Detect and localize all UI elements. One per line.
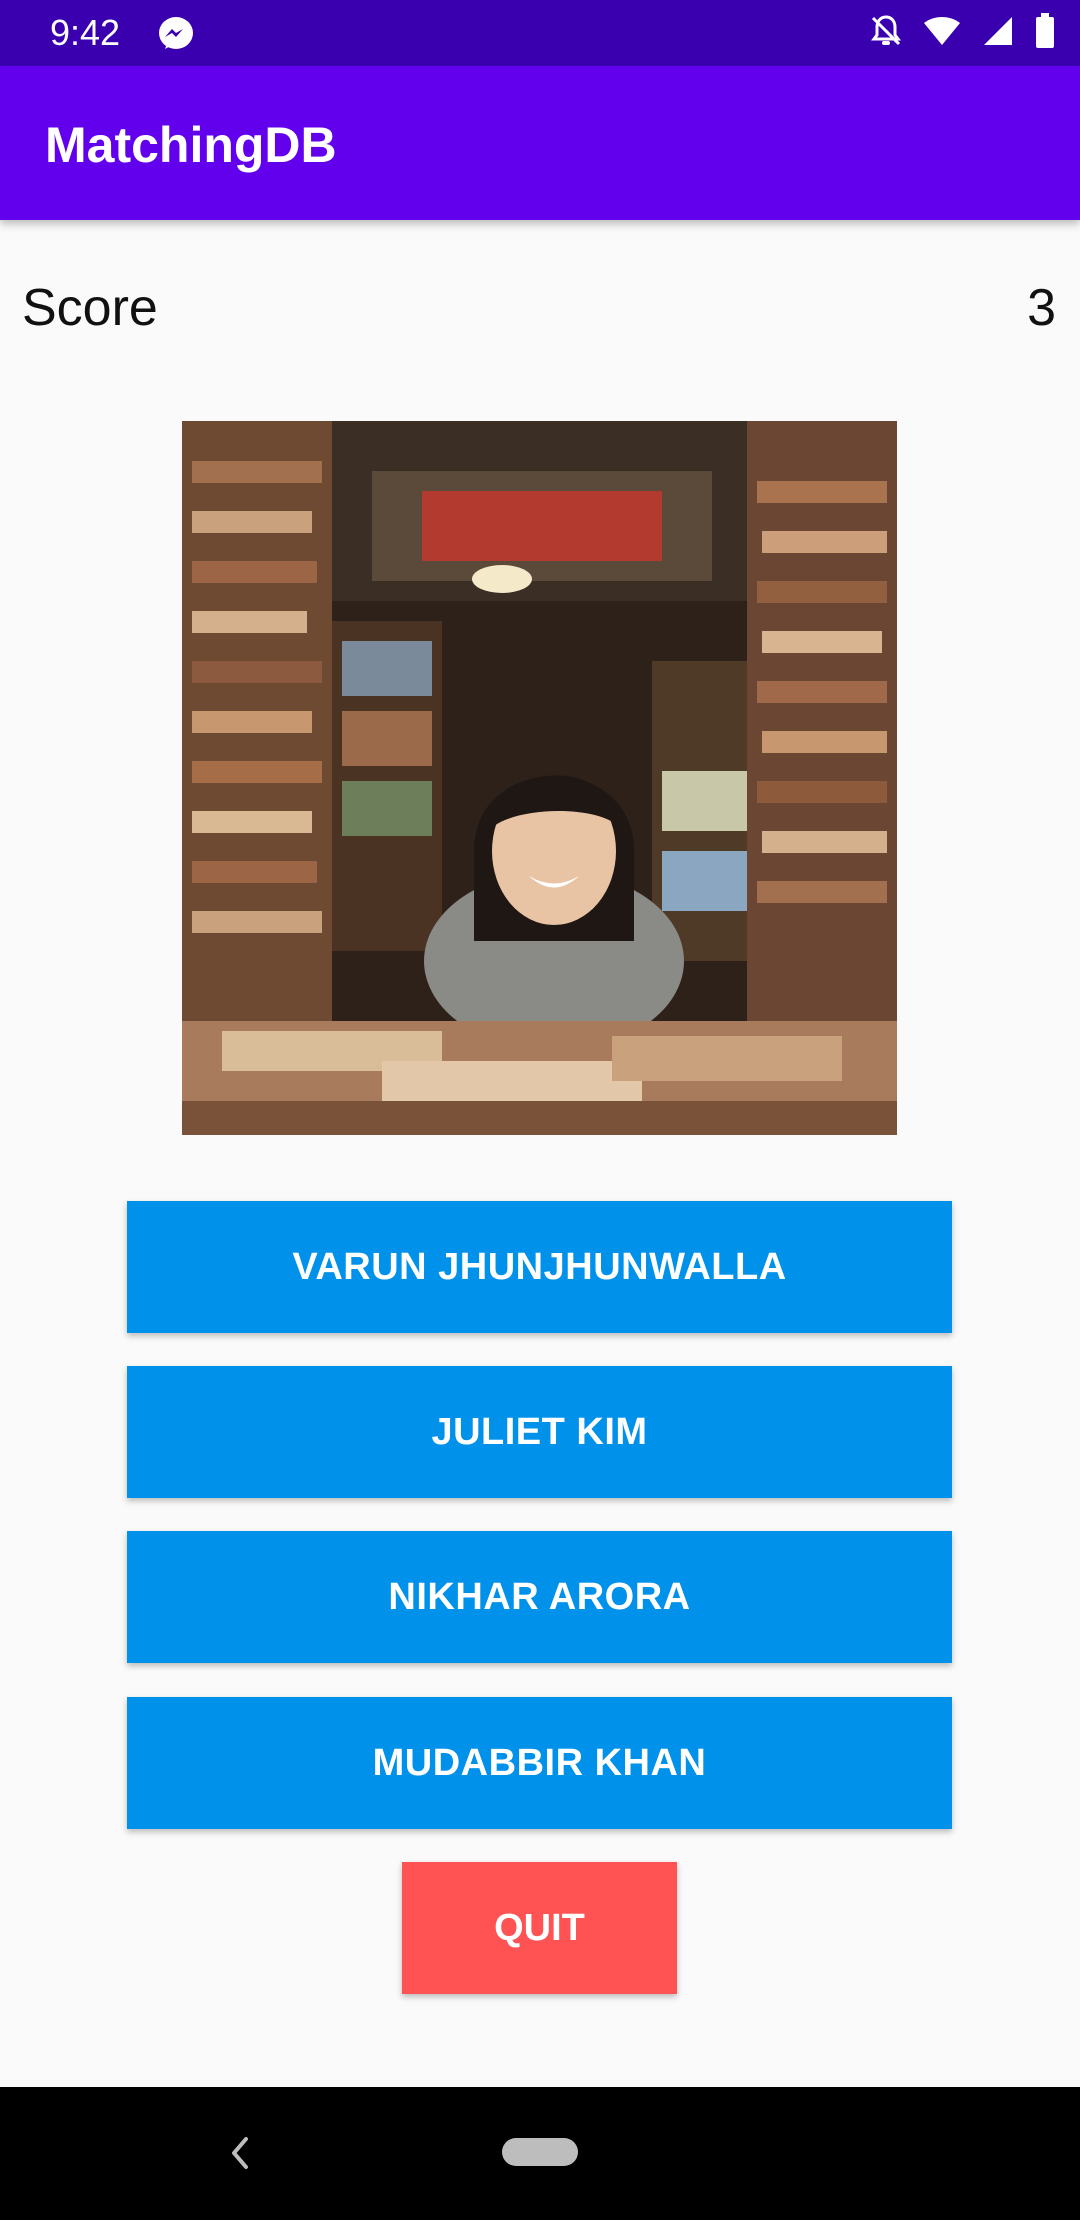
status-time: 9:42 bbox=[50, 12, 121, 53]
choice-button-2[interactable]: JULIET KIM bbox=[127, 1366, 952, 1498]
notifications-off-icon bbox=[868, 13, 904, 54]
cellular-signal-icon bbox=[980, 13, 1016, 54]
back-icon[interactable] bbox=[222, 2131, 258, 2175]
score-label: Score bbox=[22, 279, 158, 337]
score-value: 3 bbox=[1027, 279, 1056, 337]
app-title: MatchingDB bbox=[45, 117, 337, 173]
battery-icon bbox=[1034, 12, 1056, 55]
choice-button-4[interactable]: MUDABBIR KHAN bbox=[127, 1697, 952, 1829]
app-bar: MatchingDB bbox=[0, 66, 1080, 220]
status-bar: 9:42 bbox=[0, 0, 1080, 66]
wifi-icon bbox=[922, 13, 962, 54]
choice-button-3[interactable]: NIKHAR ARORA bbox=[127, 1531, 952, 1663]
navigation-bar bbox=[0, 2087, 1080, 2220]
home-pill-icon[interactable] bbox=[502, 2138, 578, 2166]
quit-button[interactable]: QUIT bbox=[402, 1862, 677, 1994]
choice-button-1[interactable]: VARUN JHUNJHUNWALLA bbox=[127, 1201, 952, 1333]
messenger-icon bbox=[156, 14, 196, 54]
person-photo bbox=[182, 421, 897, 1135]
status-icons bbox=[868, 12, 1056, 54]
